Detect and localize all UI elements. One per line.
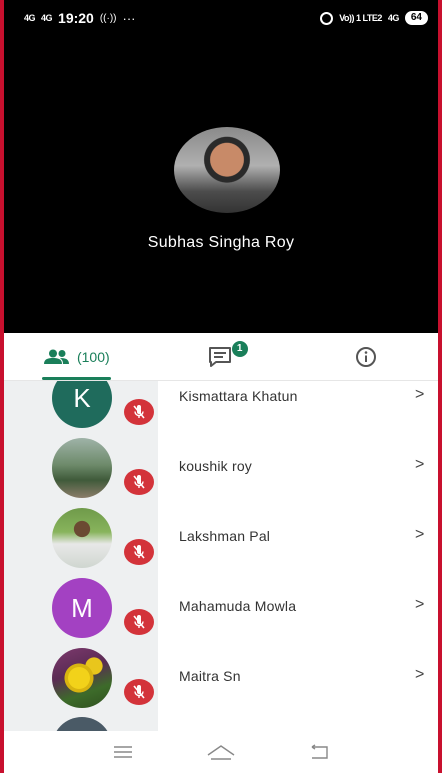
participant-row[interactable]: koushik roy > [4,433,438,503]
people-icon [43,349,69,364]
app-frame: 4G 4G 19:20 ((·)) ··· Vo)) 1 LTE2 4G 64 … [0,0,442,773]
mic-off-icon [124,609,154,635]
speaker-avatar [174,127,280,213]
participant-row[interactable]: M Mahamuda Mowla > [4,573,438,643]
hotspot-icon: ((·)) [99,12,117,24]
active-tab-indicator [42,377,111,380]
battery-indicator: 64 [404,11,428,25]
info-icon [355,346,376,367]
back-icon [311,744,328,759]
speaker-name: Subhas Singha Roy [147,234,295,251]
participant-name: Mahamuda Mowla [179,598,297,614]
avatar [52,508,112,568]
signal-icon-1: 4G [24,12,36,23]
mic-off-icon [124,399,154,425]
chevron-right-icon[interactable]: > [415,666,424,684]
chevron-right-icon[interactable]: > [415,386,424,404]
back-nav-button[interactable] [304,740,334,764]
participants-list[interactable]: K Kismattara Khatun > koushik roy > Laks… [4,381,438,731]
chat-icon [209,346,231,367]
home-nav-button[interactable] [206,740,236,764]
participant-row[interactable]: Lakshman Pal > [4,503,438,573]
mic-off-icon [124,679,154,705]
participant-row[interactable]: Maitra Sn > [4,643,438,713]
alarm-icon [320,11,334,25]
participant-row[interactable]: K Kismattara Khatun > [4,381,438,433]
signal-icon-2: 4G [41,12,53,23]
clock: 19:20 [58,10,94,26]
menu-nav-button[interactable] [108,740,138,764]
mic-off-icon [124,469,154,495]
participant-name: Kismattara Khatun [179,388,298,404]
system-nav-bar [4,731,438,773]
carrier-label: Vo)) 1 LTE2 [339,12,382,23]
avatar [52,438,112,498]
avatar-letter: K [73,383,91,413]
participant-name: Maitra Sn [179,668,241,684]
avatar: M [52,578,112,638]
tab-info[interactable] [293,333,438,380]
network-label: 4G [387,12,400,23]
chat-unread-badge: 1 [231,341,248,357]
participant-name: Lakshman Pal [179,528,271,544]
tab-participants[interactable]: (100) [4,333,149,380]
menu-icon [114,746,132,758]
chevron-right-icon[interactable]: > [415,456,424,474]
home-icon [207,745,235,760]
participant-name: koushik roy [179,458,253,474]
mic-off-icon [124,539,154,565]
more-notifications: ··· [122,10,136,26]
participants-count: (100) [76,348,110,365]
chevron-right-icon[interactable]: > [415,526,424,544]
meeting-tabs: (100) 1 [4,333,438,381]
chevron-right-icon[interactable]: > [415,596,424,614]
avatar: K [52,381,112,428]
status-bar: 4G 4G 19:20 ((·)) ··· Vo)) 1 LTE2 4G 64 [4,0,438,36]
tab-chat[interactable]: 1 [149,333,294,380]
main-video-area[interactable]: 4G 4G 19:20 ((·)) ··· Vo)) 1 LTE2 4G 64 … [4,0,438,333]
avatar [52,648,112,708]
avatar-letter: M [71,593,93,623]
